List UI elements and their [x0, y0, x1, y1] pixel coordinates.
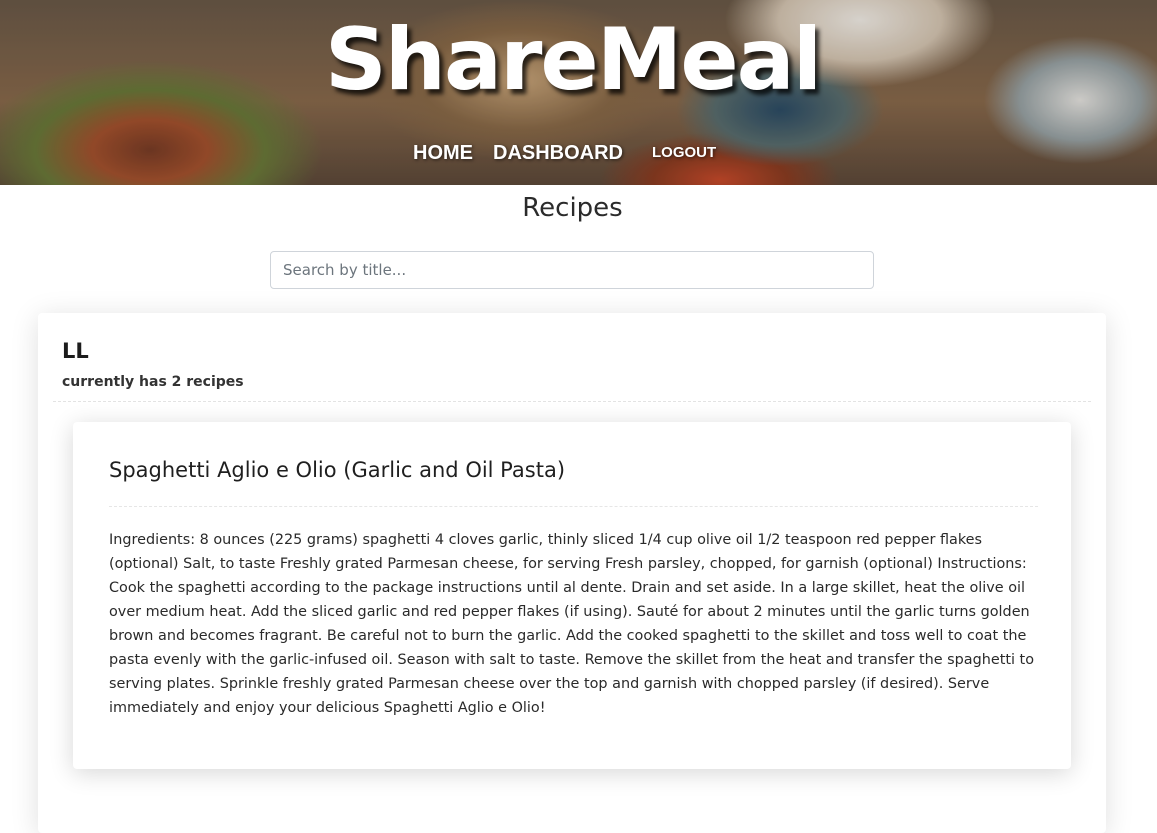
recipe-description: Ingredients: 8 ounces (225 grams) spaghe… [109, 532, 1034, 716]
nav-dashboard-link[interactable]: DASHBOARD [493, 142, 623, 165]
search-input[interactable] [270, 251, 874, 289]
page-title: Recipes [522, 193, 623, 223]
nav-logout-link[interactable]: LOGOUT [652, 144, 716, 161]
user-name: LL [62, 339, 89, 363]
divider [53, 401, 1091, 402]
hero-banner: ShareMeal HOME DASHBOARD LOGOUT [0, 0, 1157, 185]
main-nav: HOME DASHBOARD LOGOUT [0, 140, 1157, 168]
site-logo: ShareMeal [324, 10, 822, 110]
recipe-title: Spaghetti Aglio e Olio (Garlic and Oil P… [109, 458, 566, 482]
recipe-card: Spaghetti Aglio e Olio (Garlic and Oil P… [73, 422, 1071, 769]
divider [109, 506, 1038, 507]
user-recipes-card: LL currently has 2 recipes Spaghetti Agl… [38, 313, 1106, 833]
recipe-count: currently has 2 recipes [62, 374, 244, 390]
nav-home-link[interactable]: HOME [413, 142, 473, 165]
